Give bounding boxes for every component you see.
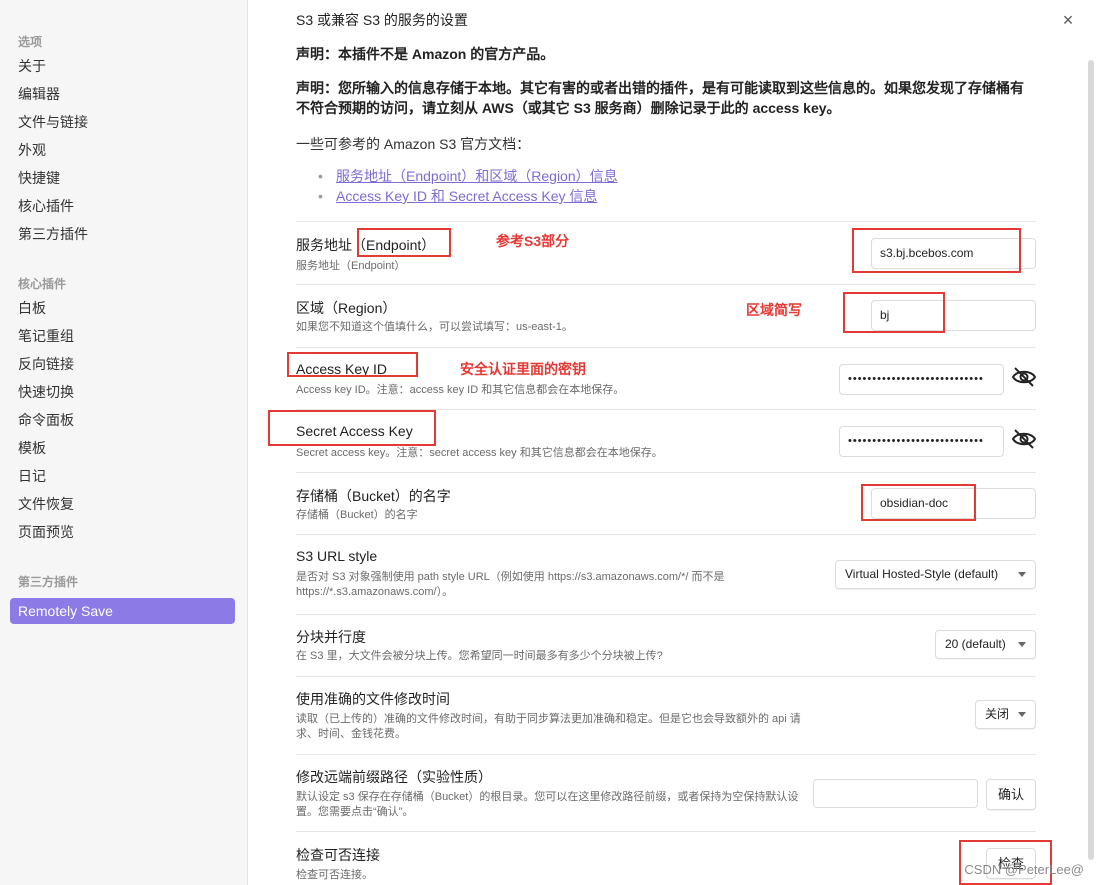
eye-off-icon[interactable]: [1011, 428, 1037, 450]
setting-name: 修改远端前缀路径（实验性质）: [296, 769, 492, 785]
sidebar-item-appearance[interactable]: 外观: [0, 136, 247, 164]
section-title: S3 或兼容 S3 的服务的设置: [296, 12, 468, 28]
setting-desc: 默认设定 s3 保存在存储桶（Bucket）的根目录。您可以在这里修改路径前缀，…: [296, 791, 799, 818]
setting-desc: 存储桶（Bucket）的名字: [296, 509, 418, 521]
sidebar-item-core-plugins[interactable]: 核心插件: [0, 192, 247, 220]
setting-name: 存储桶（Bucket）的名字: [296, 488, 451, 504]
setting-desc: 检查可否连接。: [296, 869, 373, 881]
chevron-down-icon: [1018, 642, 1026, 647]
sidebar-item-files-links[interactable]: 文件与链接: [0, 108, 247, 136]
annotation-region-note: 区域简写: [746, 302, 802, 318]
setting-desc: 是否对 S3 对象强制使用 path style URL（例如使用 https:…: [296, 571, 725, 598]
confirm-button[interactable]: 确认: [986, 779, 1036, 810]
setting-desc: Access key ID。注意：access key ID 和其它信息都会在本…: [296, 384, 625, 396]
annotation-box-secret-key-label: [268, 410, 436, 446]
annotation-box-bucket-input: [861, 484, 976, 521]
setting-desc: 服务地址（Endpoint）: [296, 260, 406, 272]
ref-link-access-keys[interactable]: Access Key ID 和 Secret Access Key 信息: [318, 186, 618, 206]
sidebar-item-templates[interactable]: 模板: [0, 434, 247, 462]
disclaimer-official: 声明：本插件不是 Amazon 的官方产品。: [296, 46, 555, 62]
sidebar-section-community-plugins: 第三方插件: [18, 575, 79, 589]
annotation-access-note: 安全认证里面的密钥: [460, 361, 586, 377]
sidebar-item-daily-notes[interactable]: 日记: [0, 462, 247, 490]
setting-parallel: 分块并行度 在 S3 里，大文件会被分块上传。您希望同一时间最多有多少个分块被上…: [296, 614, 1036, 676]
secret-key-input[interactable]: ••••••••••••••••••••••••••••: [839, 426, 1004, 457]
prefix-input[interactable]: [813, 779, 978, 808]
annotation-endpoint-note: 参考S3部分: [496, 233, 570, 249]
parallel-select[interactable]: 20 (default): [935, 630, 1036, 659]
select-value: 关闭: [985, 707, 1010, 721]
setting-desc: 读取（已上传的）准确的文件修改时间，有助于同步算法更加准确和稳定。但是它也会导致…: [296, 713, 801, 740]
ref-links: 服务地址（Endpoint）和区域（Region）信息 Access Key I…: [318, 166, 618, 206]
setting-desc: 在 S3 里，大文件会被分块上传。您希望同一时间最多有多少个分块被上传?: [296, 650, 663, 662]
sidebar-item-editor[interactable]: 编辑器: [0, 80, 247, 108]
sidebar-item-hotkeys[interactable]: 快捷键: [0, 164, 247, 192]
scrollbar[interactable]: [1088, 60, 1094, 860]
sidebar-item-page-preview[interactable]: 页面预览: [0, 518, 247, 546]
sidebar-item-canvas[interactable]: 白板: [0, 294, 247, 322]
setting-check-connection: 检查可否连接 检查可否连接。 检查: [296, 831, 1036, 885]
annotation-box-endpoint-input: [852, 228, 1021, 273]
sidebar-item-quick-switcher[interactable]: 快速切换: [0, 378, 247, 406]
ref-link-endpoint-region[interactable]: 服务地址（Endpoint）和区域（Region）信息: [318, 166, 618, 186]
eye-off-icon[interactable]: [1011, 366, 1037, 388]
setting-name: 检查可否连接: [296, 847, 380, 863]
close-icon[interactable]: ×: [1058, 10, 1078, 30]
sidebar-item-note-composer[interactable]: 笔记重组: [0, 322, 247, 350]
select-value: 20 (default): [945, 637, 1006, 651]
chevron-down-icon: [1018, 572, 1026, 577]
disclaimer-local-storage: 声明：您所输入的信息存储于本地。其它有害的或者出错的插件，是有可能读取到这些信息…: [296, 80, 1024, 116]
annotation-box-endpoint-label: [357, 228, 451, 257]
sidebar-section-options: 选项: [18, 35, 43, 49]
sidebar-item-command-palette[interactable]: 命令面板: [0, 406, 247, 434]
select-value: Virtual Hosted-Style (default): [845, 567, 999, 581]
setting-name: S3 URL style: [296, 548, 378, 564]
setting-desc: Secret access key。注意：secret access key 和…: [296, 447, 663, 459]
setting-url-style: S3 URL style 是否对 S3 对象强制使用 path style UR…: [296, 534, 1036, 614]
chevron-down-icon: [1018, 712, 1026, 717]
annotation-box-region-input: [843, 292, 945, 333]
access-key-input[interactable]: ••••••••••••••••••••••••••••: [839, 364, 1004, 395]
sidebar-item-file-recovery[interactable]: 文件恢复: [0, 490, 247, 518]
sidebar-item-about[interactable]: 关于: [0, 52, 247, 80]
url-style-select[interactable]: Virtual Hosted-Style (default): [835, 560, 1036, 589]
setting-accurate-mtime: 使用准确的文件修改时间 读取（已上传的）准确的文件修改时间，有助于同步算法更加准…: [296, 676, 1036, 754]
setting-name: 区域（Region）: [296, 300, 397, 316]
sidebar-item-backlinks[interactable]: 反向链接: [0, 350, 247, 378]
settings-sidebar: 选项 关于 编辑器 文件与链接 外观 快捷键 核心插件 第三方插件 核心插件 白…: [0, 0, 248, 885]
refs-intro: 一些可参考的 Amazon S3 官方文档：: [296, 136, 531, 152]
annotation-box-access-key-label: [287, 352, 418, 377]
sidebar-item-community-plugins[interactable]: 第三方插件: [0, 220, 247, 248]
sidebar-section-core-plugins: 核心插件: [18, 277, 67, 291]
setting-name: 使用准确的文件修改时间: [296, 691, 450, 707]
setting-desc: 如果您不知道这个值填什么，可以尝试填写：us-east-1。: [296, 321, 573, 333]
sidebar-item-remotely-save[interactable]: Remotely Save: [10, 598, 235, 624]
watermark: CSDN @PeterLee@: [964, 862, 1084, 877]
setting-remote-prefix: 修改远端前缀路径（实验性质） 默认设定 s3 保存在存储桶（Bucket）的根目…: [296, 754, 1036, 831]
setting-name: 分块并行度: [296, 629, 366, 645]
accurate-mtime-select[interactable]: 关闭: [975, 700, 1036, 729]
